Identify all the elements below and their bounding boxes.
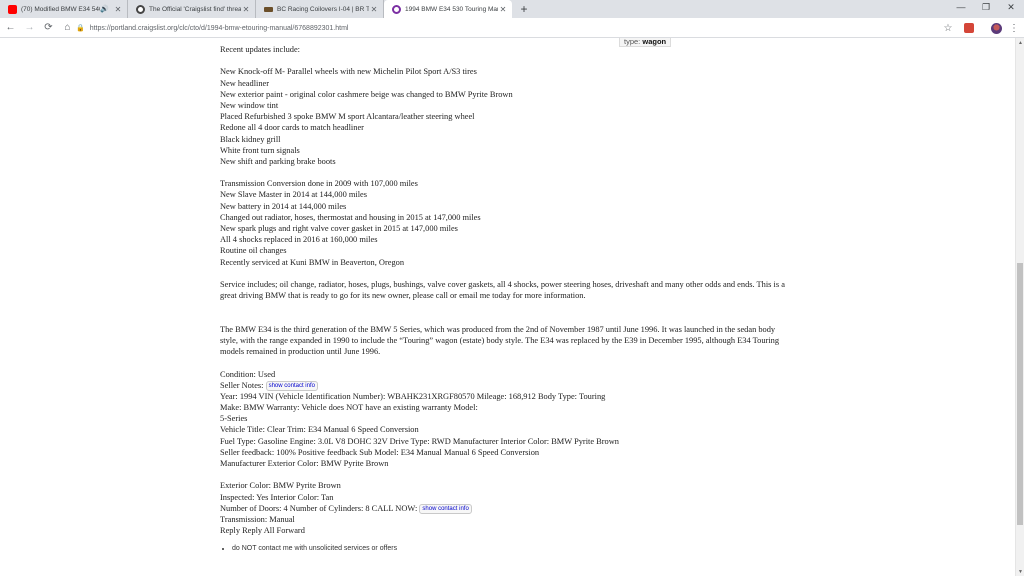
close-icon[interactable]: ✕ — [369, 5, 379, 14]
minimize-icon[interactable]: — — [950, 0, 972, 14]
detail-line: Manufacturer Exterior Color: BMW Pyrite … — [220, 459, 389, 469]
list-item: All 4 shocks replaced in 2016 at 160,000… — [220, 235, 378, 245]
car-icon — [264, 6, 273, 12]
list-item: Changed out radiator, hoses, thermostat … — [220, 212, 481, 222]
close-icon[interactable]: ✕ — [498, 5, 508, 14]
tab-bc-racing[interactable]: BC Racing Coilovers I-04 | BR Typ... ✕ — [256, 0, 384, 18]
list-item: Recently serviced at Kuni BMW in Beavert… — [220, 257, 405, 267]
extension-icon[interactable] — [961, 20, 977, 36]
show-contact-button[interactable]: show contact info — [265, 380, 318, 391]
youtube-icon — [8, 4, 17, 14]
list-item: Routine oil changes — [220, 246, 287, 256]
list-item: New spark plugs and right valve cover ga… — [220, 224, 458, 233]
seller-notes-line: Seller Notes: show contact info — [220, 380, 800, 391]
service-paragraph: Service includes; oil change, radiator, … — [220, 279, 785, 301]
menu-icon[interactable]: ⋮ — [1006, 20, 1022, 36]
transmission-text: Transmission: Manual — [220, 514, 295, 524]
updates-list: New Knock-off M- Parallel wheels with ne… — [220, 66, 800, 167]
scroll-up-icon[interactable]: ▲ — [1016, 38, 1024, 47]
new-tab-button[interactable]: + — [514, 0, 534, 18]
window-close-icon[interactable]: ✕ — [1000, 0, 1022, 14]
list-item: Black kidney grill — [220, 134, 281, 144]
recent-updates-heading: Recent updates include: — [220, 45, 301, 54]
list-item: New shift and parking brake boots — [220, 156, 336, 166]
detail-line: Make: BMW Warranty: Vehicle does NOT hav… — [220, 403, 478, 413]
home-icon[interactable]: ⌂ — [59, 19, 76, 36]
list-item: New Slave Master in 2014 at 144,000 mile… — [220, 190, 368, 200]
condition-text: Condition: Used — [220, 369, 276, 379]
detail-line: Seller feedback: 100% Positive feedback … — [220, 447, 540, 457]
address-bar[interactable]: 🔒 https://portland.craigslist.org/clc/ct… — [76, 20, 936, 36]
list-item: New exterior paint - original color cash… — [220, 89, 513, 99]
inspected-text: Inspected: Yes Interior Color: Tan — [220, 492, 334, 502]
posting-body: Recent updates include: New Knock-off M-… — [220, 44, 800, 552]
tab-title: BC Racing Coilovers I-04 | BR Typ... — [277, 5, 369, 13]
bookmark-star-icon[interactable]: ☆ — [940, 20, 956, 36]
scroll-down-icon[interactable]: ▼ — [1016, 567, 1024, 576]
close-icon[interactable]: ✕ — [241, 5, 251, 14]
page-viewport: type: wagon Recent updates include: New … — [0, 38, 1024, 576]
list-item: Placed Refurbished 3 spoke BMW M sport A… — [220, 112, 475, 122]
tab-bmw-e34-touring[interactable]: 1994 BMW E34 530 Touring Man... ✕ — [384, 0, 512, 18]
speaker-icon[interactable]: 🔊 — [100, 5, 109, 13]
url-text: https://portland.craigslist.org/clc/cto/… — [89, 24, 349, 32]
maintenance-list: Transmission Conversion done in 2009 wit… — [220, 178, 800, 268]
tab-craigslist-find[interactable]: The Official 'Craigslist find' thread ✕ — [128, 0, 256, 18]
tab-title: (70) Modified BMW E34 540i... — [21, 5, 100, 13]
forward-icon[interactable]: → — [21, 19, 38, 36]
tab-strip: (70) Modified BMW E34 540i... 🔊 ✕ The Of… — [0, 0, 1024, 18]
restore-icon[interactable]: ❐ — [975, 0, 997, 14]
forum-icon — [136, 4, 145, 14]
list-item: New window tint — [220, 100, 279, 110]
back-icon[interactable]: ← — [2, 19, 19, 36]
tab-title: 1994 BMW E34 530 Touring Man... — [405, 5, 498, 13]
reply-line: Reply Reply All Forward — [220, 526, 305, 536]
tab-title: The Official 'Craigslist find' thread — [149, 5, 241, 13]
doors-text: Number of Doors: 4 Number of Cylinders: … — [220, 503, 418, 513]
reload-icon[interactable]: ⟳ — [40, 19, 57, 36]
detail-line: 5-Series — [220, 414, 248, 424]
list-item: New Knock-off M- Parallel wheels with ne… — [220, 67, 477, 77]
peace-icon — [392, 4, 401, 14]
list-item: New headliner — [220, 78, 270, 88]
list-item: Transmission Conversion done in 2009 wit… — [220, 179, 418, 189]
close-icon[interactable]: ✕ — [113, 5, 123, 14]
seller-notes-label: Seller Notes: — [220, 380, 264, 390]
detail-line: Year: 1994 VIN (Vehicle Identification N… — [220, 391, 606, 401]
list-item: New battery in 2014 at 144,000 miles — [220, 201, 347, 211]
scroll-thumb[interactable] — [1017, 263, 1023, 525]
list-item: Redone all 4 door cards to match headlin… — [220, 123, 364, 133]
detail-line: Fuel Type: Gasoline Engine: 3.0L V8 DOHC… — [220, 436, 619, 446]
lock-icon[interactable]: 🔒 — [76, 24, 85, 32]
avatar[interactable] — [988, 20, 1004, 36]
exterior-color-text: Exterior Color: BMW Pyrite Brown — [220, 481, 341, 491]
vertical-scrollbar[interactable]: ▲ ▼ — [1015, 38, 1024, 576]
detail-line: Vehicle Title: Clear Trim: E34 Manual 6 … — [220, 425, 419, 435]
show-contact-button[interactable]: show contact info — [419, 503, 472, 514]
list-item: do NOT contact me with unsolicited servi… — [232, 545, 800, 552]
notices-list: do NOT contact me with unsolicited servi… — [220, 545, 800, 552]
tab-modified-bmw[interactable]: (70) Modified BMW E34 540i... 🔊 ✕ — [0, 0, 128, 18]
list-item: White front turn signals — [220, 145, 300, 155]
doors-line: Number of Doors: 4 Number of Cylinders: … — [220, 503, 800, 514]
browser-toolbar: ← → ⟳ ⌂ 🔒 https://portland.craigslist.or… — [0, 18, 1024, 38]
e34-history-paragraph: The BMW E34 is the third generation of t… — [220, 324, 780, 357]
